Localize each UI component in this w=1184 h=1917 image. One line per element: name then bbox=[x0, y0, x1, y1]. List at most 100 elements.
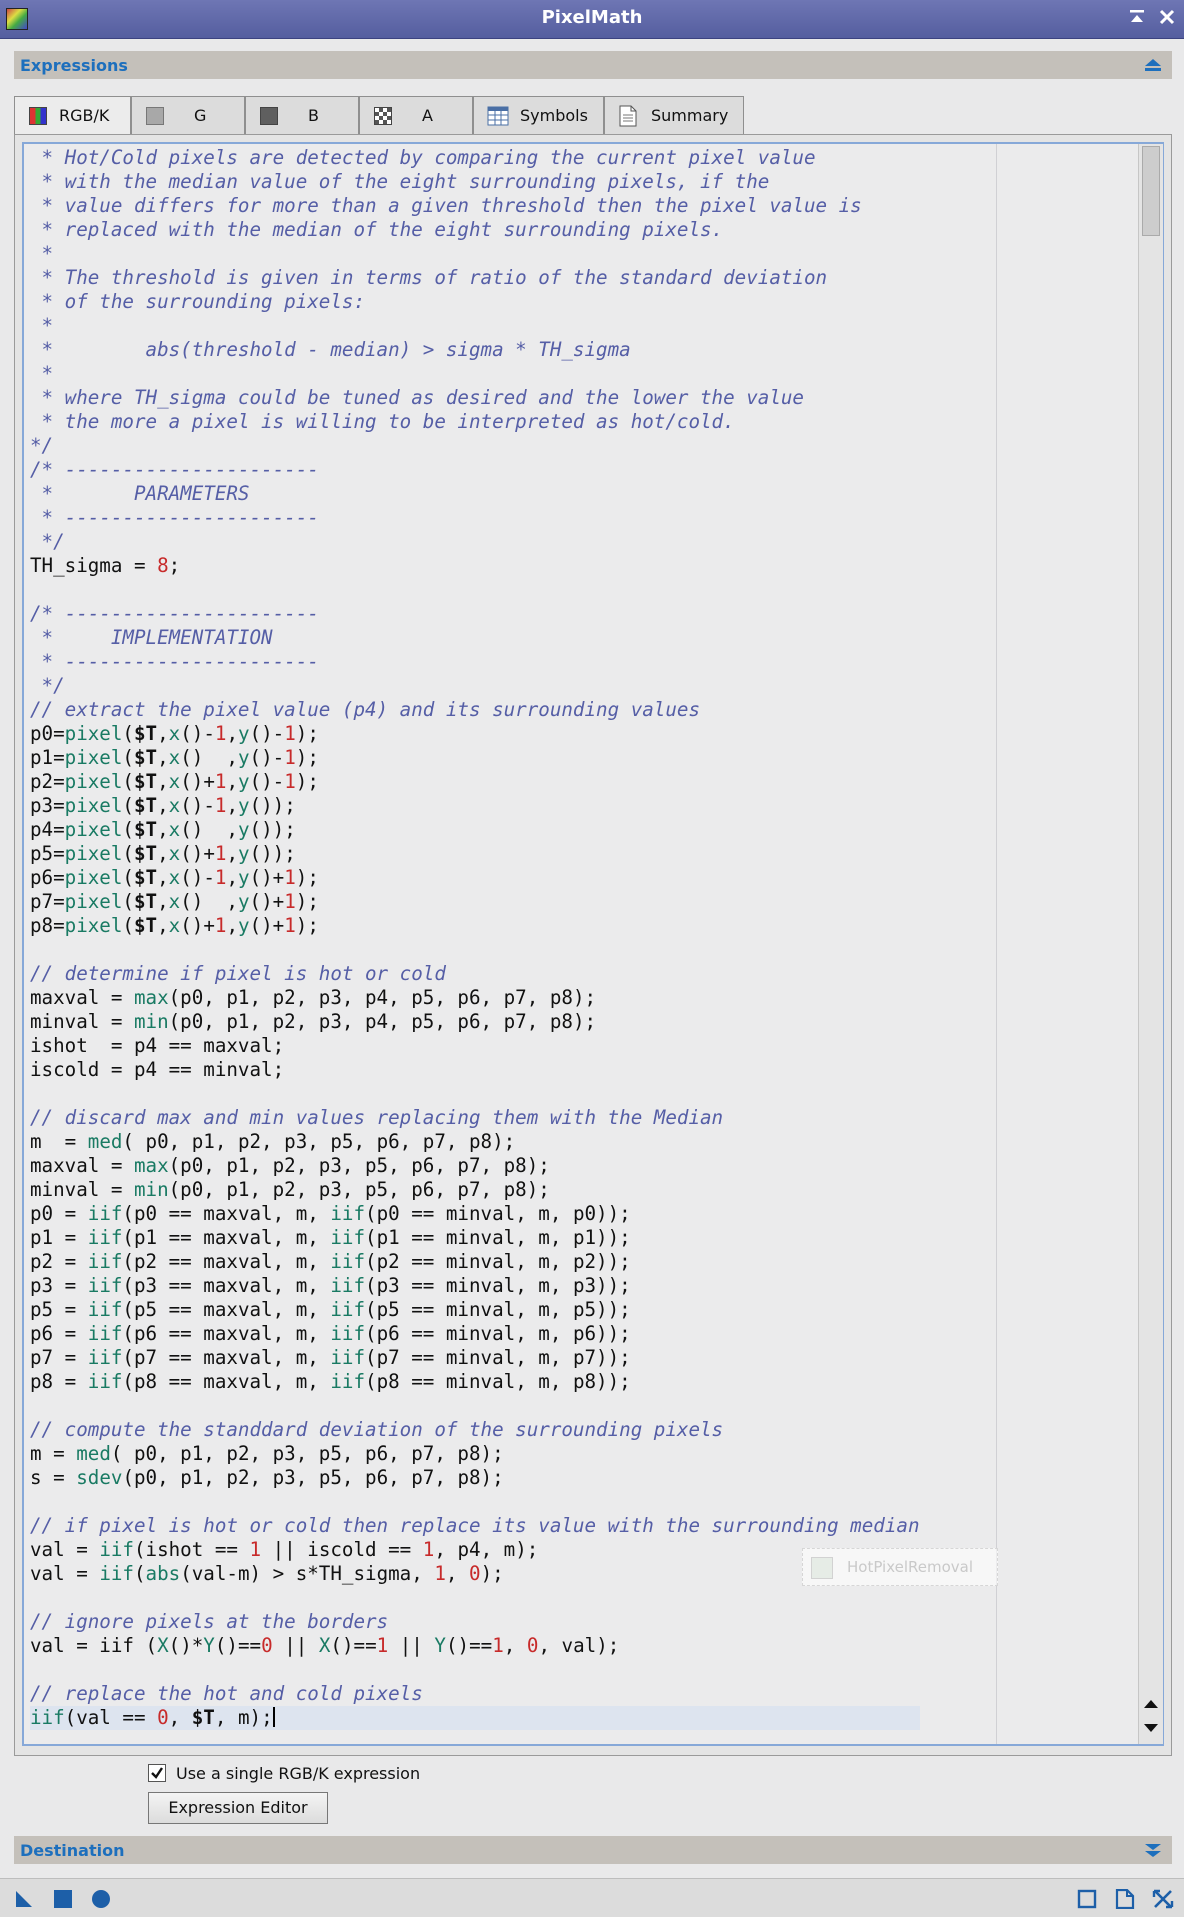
code-line: ishot = p4 == maxval; bbox=[30, 1034, 285, 1057]
tab-b[interactable]: B bbox=[245, 96, 359, 134]
code-line: // ignore pixels at the borders bbox=[30, 1610, 389, 1633]
code-line: */ bbox=[30, 674, 65, 697]
rgb-channel-icon bbox=[29, 107, 47, 125]
code-line: // replace the hot and cold pixels bbox=[30, 1682, 423, 1705]
code-line: * bbox=[30, 242, 54, 265]
code-line: p0 = iif(p0 == maxval, m, iif(p0 == minv… bbox=[30, 1202, 631, 1225]
code-line: p4=pixel($T,x() ,y()); bbox=[30, 818, 296, 841]
scroll-up-arrow-icon[interactable] bbox=[1143, 1696, 1159, 1710]
code-line: * IMPLEMENTATION bbox=[30, 626, 273, 649]
expand-section-icon[interactable] bbox=[1142, 1840, 1164, 1860]
title-bar: PixelMath bbox=[0, 0, 1184, 39]
code-line: // compute the standdard deviation of th… bbox=[30, 1418, 724, 1441]
code-line: // if pixel is hot or cold then replace … bbox=[30, 1514, 920, 1537]
code-line: p7=pixel($T,x() ,y()+1); bbox=[30, 890, 319, 913]
text-cursor bbox=[272, 1707, 275, 1727]
single-expression-checkbox[interactable] bbox=[148, 1764, 166, 1782]
code-line: maxval = max(p0, p1, p2, p3, p4, p5, p6,… bbox=[30, 986, 597, 1009]
apply-icon[interactable] bbox=[90, 1889, 112, 1909]
browse-documentation-icon[interactable] bbox=[1076, 1889, 1098, 1909]
code-line: p5=pixel($T,x()+1,y()); bbox=[30, 842, 296, 865]
code-line: * ---------------------- bbox=[30, 506, 319, 529]
code-line: p1=pixel($T,x() ,y()-1); bbox=[30, 746, 319, 769]
expression-code-editor[interactable]: * Hot/Cold pixels are detected by compar… bbox=[22, 142, 1164, 1746]
code-line: minval = min(p0, p1, p2, p3, p4, p5, p6,… bbox=[30, 1010, 597, 1033]
expressions-section-header[interactable]: Expressions bbox=[14, 51, 1172, 79]
scrollbar-thumb[interactable] bbox=[1142, 146, 1160, 236]
tab-symbols[interactable]: Symbols bbox=[473, 96, 604, 134]
code-line: * The threshold is given in terms of rat… bbox=[30, 266, 828, 289]
code-line: val = iif(abs(val-m) > s*TH_sigma, 1, 0)… bbox=[30, 1562, 504, 1585]
code-line: p7 = iif(p7 == maxval, m, iif(p7 == minv… bbox=[30, 1346, 631, 1369]
code-line: // discard max and min values replacing … bbox=[30, 1106, 724, 1129]
expressions-section-title: Expressions bbox=[20, 56, 128, 75]
code-line: p1 = iif(p1 == maxval, m, iif(p1 == minv… bbox=[30, 1226, 631, 1249]
code-line: * value differs for more than a given th… bbox=[30, 194, 862, 217]
tab-a[interactable]: A bbox=[359, 96, 473, 134]
code-line: maxval = max(p0, p1, p2, p3, p5, p6, p7,… bbox=[30, 1154, 550, 1177]
code-line: * PARAMETERS bbox=[30, 482, 250, 505]
code-line: * abs(threshold - median) > sigma * TH_s… bbox=[30, 338, 631, 361]
tab-g[interactable]: G bbox=[131, 96, 245, 134]
gray-square-icon bbox=[146, 107, 164, 125]
code-line: * bbox=[30, 314, 54, 337]
destination-section-header[interactable]: Destination bbox=[14, 1836, 1172, 1864]
code-line: m = med( p0, p1, p2, p3, p5, p6, p7, p8)… bbox=[30, 1130, 516, 1153]
editor-vertical-scrollbar[interactable] bbox=[1138, 144, 1163, 1744]
code-line: * replaced with the median of the eight … bbox=[30, 218, 724, 241]
code-line: p2 = iif(p2 == maxval, m, iif(p2 == minv… bbox=[30, 1250, 631, 1273]
code-line: val = iif (X()*Y()==0 || X()==1 || Y()==… bbox=[30, 1634, 620, 1657]
code-text[interactable]: * Hot/Cold pixels are detected by compar… bbox=[30, 146, 920, 1730]
code-line: minval = min(p0, p1, p2, p3, p5, p6, p7,… bbox=[30, 1178, 550, 1201]
drag-ghost-label: HotPixelRemoval bbox=[847, 1558, 974, 1576]
table-icon bbox=[487, 106, 509, 126]
code-line: p5 = iif(p5 == maxval, m, iif(p5 == minv… bbox=[30, 1298, 631, 1321]
code-line: // extract the pixel value (p4) and its … bbox=[30, 698, 712, 721]
window-title: PixelMath bbox=[541, 7, 643, 28]
scroll-down-arrow-icon[interactable] bbox=[1143, 1720, 1159, 1734]
tab-rgbk[interactable]: RGB/K bbox=[14, 96, 131, 136]
code-line: * the more a pixel is willing to be inte… bbox=[30, 410, 735, 433]
code-line: iscold = p4 == minval; bbox=[30, 1058, 285, 1081]
single-expression-label: Use a single RGB/K expression bbox=[176, 1764, 421, 1783]
code-line: p0=pixel($T,x()-1,y()-1); bbox=[30, 722, 319, 745]
reset-icon[interactable] bbox=[1152, 1889, 1174, 1909]
code-line: p8 = iif(p8 == maxval, m, iif(p8 == minv… bbox=[30, 1370, 631, 1393]
new-instance-icon[interactable] bbox=[14, 1889, 36, 1909]
shade-window-icon[interactable] bbox=[1124, 7, 1150, 31]
code-line: * with the median value of the eight sur… bbox=[30, 170, 770, 193]
code-line: TH_sigma = 8; bbox=[30, 554, 181, 577]
code-line: * Hot/Cold pixels are detected by compar… bbox=[30, 146, 816, 169]
edit-instance-icon[interactable] bbox=[1114, 1888, 1136, 1910]
apply-global-icon[interactable] bbox=[52, 1889, 74, 1909]
editor-margin-guide bbox=[996, 144, 997, 1744]
collapse-section-icon[interactable] bbox=[1142, 55, 1164, 75]
code-line: * of the surrounding pixels: bbox=[30, 290, 366, 313]
code-line: /* ---------------------- bbox=[30, 602, 319, 625]
code-line: // determine if pixel is hot or cold bbox=[30, 962, 446, 985]
code-line: p2=pixel($T,x()+1,y()-1); bbox=[30, 770, 319, 793]
expression-editor-button[interactable]: Expression Editor bbox=[148, 1792, 328, 1824]
dark-square-icon bbox=[260, 107, 278, 125]
code-line: s = sdev(p0, p1, p2, p3, p5, p6, p7, p8)… bbox=[30, 1466, 504, 1489]
code-line: */ bbox=[30, 530, 65, 553]
code-line: val = iif(ishot == 1 || iscold == 1, p4,… bbox=[30, 1538, 539, 1561]
process-control-bar bbox=[0, 1878, 1184, 1917]
code-line: * where TH_sigma could be tuned as desir… bbox=[30, 386, 804, 409]
code-line: iif(val == 0, $T, m); bbox=[30, 1706, 920, 1730]
code-line: * bbox=[30, 362, 54, 385]
close-window-icon[interactable] bbox=[1154, 7, 1180, 31]
code-line: m = med( p0, p1, p2, p3, p5, p6, p7, p8)… bbox=[30, 1442, 504, 1465]
document-icon bbox=[619, 105, 637, 127]
destination-section-title: Destination bbox=[20, 1841, 125, 1860]
code-line: p3 = iif(p3 == maxval, m, iif(p3 == minv… bbox=[30, 1274, 631, 1297]
code-line: p8=pixel($T,x()+1,y()+1); bbox=[30, 914, 319, 937]
tab-summary[interactable]: Summary bbox=[604, 96, 744, 134]
